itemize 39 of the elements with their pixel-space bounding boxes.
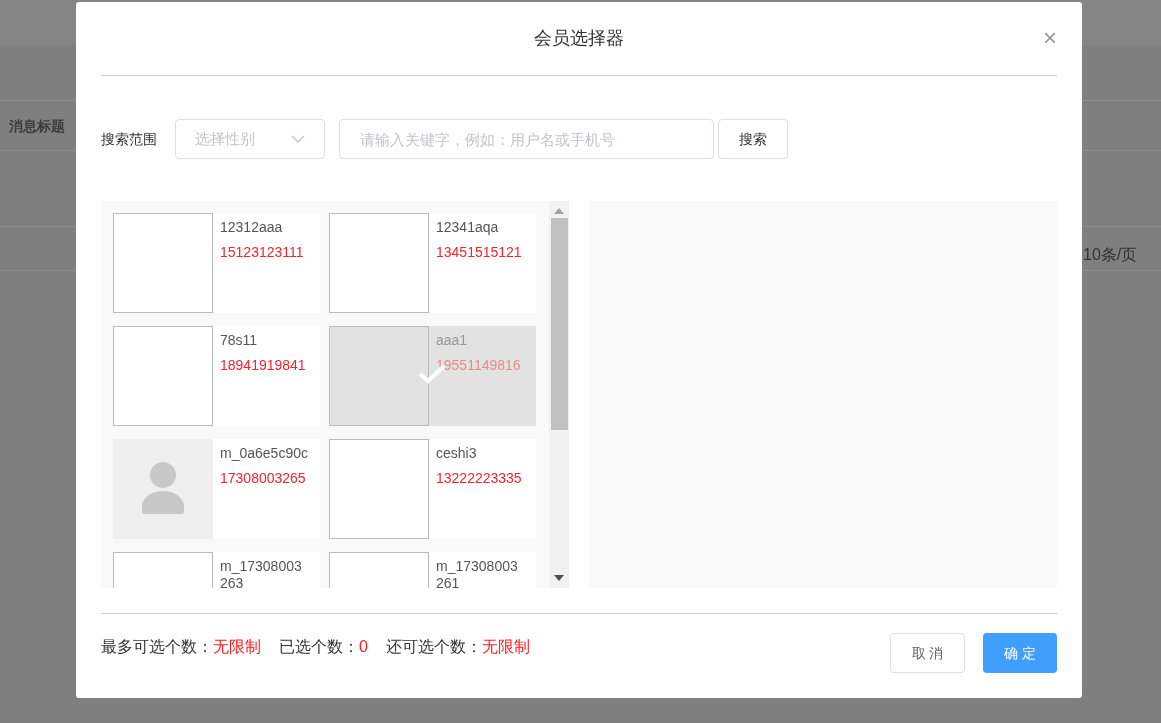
member-card[interactable]: m_17308003 261	[329, 552, 536, 588]
member-phone: 19551149816	[436, 356, 522, 375]
member-phone: 15123123111	[220, 243, 305, 262]
search-button[interactable]: 搜索	[718, 119, 788, 159]
member-card[interactable]: 78s11 18941919841	[113, 326, 320, 426]
member-name: aaa1	[436, 332, 469, 349]
member-name: 78s11	[220, 332, 259, 349]
cancel-button[interactable]: 取 消	[890, 633, 965, 673]
member-name: 12341aqa	[436, 219, 500, 236]
scroll-up-icon[interactable]	[554, 208, 564, 214]
page-size-text: 10条/页	[1083, 245, 1138, 265]
stat-label: 已选个数：	[279, 637, 359, 657]
stat-label: 最多可选个数：	[101, 637, 213, 657]
member-name: m_0a6e5c90c	[220, 445, 309, 462]
stat-value: 0	[359, 637, 368, 657]
member-card[interactable]: m_0a6e5c90c 17308003265	[113, 439, 320, 539]
chevron-down-icon	[291, 135, 305, 143]
keyword-field[interactable]: 请输入关键字，例如：用户名或手机号	[339, 119, 714, 159]
member-name: m_17308003 261	[436, 558, 519, 588]
member-phone: 13222223335	[436, 469, 523, 488]
stat-value: 无限制	[481, 637, 530, 657]
member-phone: 13451515121	[436, 243, 523, 262]
member-phone: 17308003265	[220, 469, 307, 488]
member-name: m_17308003 263	[220, 558, 303, 588]
member-card[interactable]: ceshi3 13222223335	[329, 439, 536, 539]
scrollbar[interactable]	[549, 201, 569, 588]
scroll-down-icon[interactable]	[554, 575, 564, 581]
stat-value: 无限制	[213, 637, 261, 657]
member-card[interactable]: 12341aqa 13451515121	[329, 213, 536, 313]
stat-label: 还可选个数：	[385, 637, 482, 657]
member-phone: 18941919841	[220, 356, 307, 375]
member-name: 12312aaa	[220, 219, 284, 236]
member-name: ceshi3	[436, 445, 478, 462]
search-label: 搜索范围	[101, 129, 158, 149]
dialog-title: 会员选择器	[534, 27, 624, 50]
member-card[interactable]: m_17308003 263	[113, 552, 320, 588]
column-heading: 消息标题	[9, 117, 65, 136]
scroll-thumb[interactable]	[550, 218, 568, 430]
member-card[interactable]: 12312aaa 15123123111	[113, 213, 320, 313]
